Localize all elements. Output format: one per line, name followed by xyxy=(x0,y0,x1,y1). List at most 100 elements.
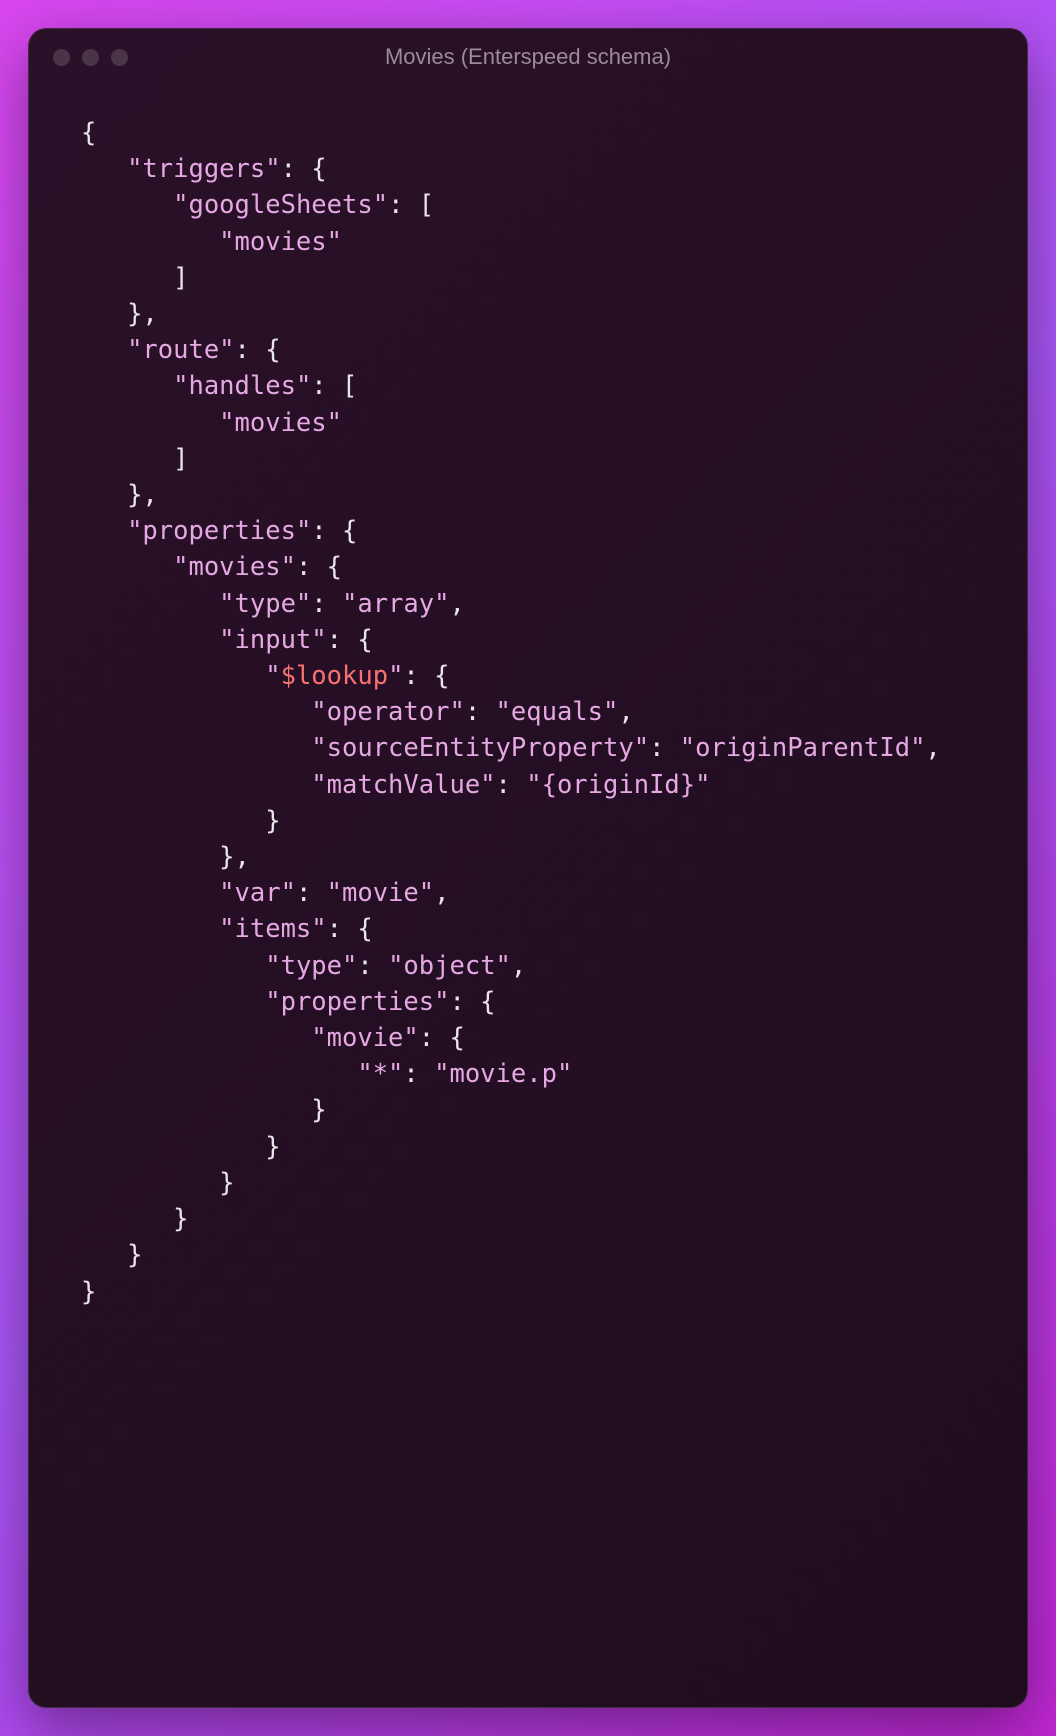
code-line: "movies" xyxy=(81,405,1005,441)
code-token: "movies" xyxy=(219,227,342,257)
code-line: { xyxy=(81,115,1005,151)
code-line: "triggers": { xyxy=(81,151,1005,187)
code-token: : { xyxy=(327,625,373,655)
code-token: "originParentId" xyxy=(680,733,926,763)
code-line: "movies": { xyxy=(81,549,1005,585)
code-area[interactable]: { "triggers": { "googleSheets": [ "movie… xyxy=(29,85,1027,1707)
code-token: ] xyxy=(173,263,188,293)
code-token: "array" xyxy=(342,589,449,619)
code-token: "type" xyxy=(265,951,357,981)
code-token: , xyxy=(618,697,633,727)
code-line: } xyxy=(81,1274,1005,1310)
code-token: "equals" xyxy=(496,697,619,727)
code-token: { xyxy=(81,118,96,148)
code-token: : [ xyxy=(388,190,434,220)
code-token: : xyxy=(496,770,527,800)
code-token: " xyxy=(388,661,403,691)
code-line: "var": "movie", xyxy=(81,875,1005,911)
code-line: } xyxy=(81,1201,1005,1237)
code-token: $lookup xyxy=(281,661,388,691)
code-token: "movie" xyxy=(311,1023,418,1053)
window-title: Movies (Enterspeed schema) xyxy=(29,44,1027,70)
code-token: "movie" xyxy=(327,878,434,908)
code-line: "route": { xyxy=(81,332,1005,368)
code-token: } xyxy=(127,1240,142,1270)
code-line: "operator": "equals", xyxy=(81,694,1005,730)
code-token: } xyxy=(265,806,280,836)
code-token: : { xyxy=(311,516,357,546)
code-line: ] xyxy=(81,260,1005,296)
maximize-icon[interactable] xyxy=(111,49,128,66)
code-token: : { xyxy=(449,987,495,1017)
code-line: } xyxy=(81,1165,1005,1201)
code-token: "movies" xyxy=(173,552,296,582)
code-line: "handles": [ xyxy=(81,368,1005,404)
code-token: ] xyxy=(173,444,188,474)
code-token: "{originId}" xyxy=(526,770,710,800)
code-token: "var" xyxy=(219,878,296,908)
code-token: "movies" xyxy=(219,408,342,438)
code-token: } xyxy=(265,1132,280,1162)
code-line: "sourceEntityProperty": "originParentId"… xyxy=(81,730,1005,766)
code-line: "googleSheets": [ xyxy=(81,187,1005,223)
code-token: , xyxy=(511,951,526,981)
code-line: "type": "object", xyxy=(81,948,1005,984)
close-icon[interactable] xyxy=(53,49,70,66)
code-token: } xyxy=(173,1204,188,1234)
code-token: } xyxy=(311,1095,326,1125)
code-token: "sourceEntityProperty" xyxy=(311,733,649,763)
code-token: "googleSheets" xyxy=(173,190,388,220)
code-token: : xyxy=(296,878,327,908)
code-token: "*" xyxy=(357,1059,403,1089)
code-token: "movie.p" xyxy=(434,1059,572,1089)
code-line: "movie": { xyxy=(81,1020,1005,1056)
code-token: : xyxy=(357,951,388,981)
code-token: , xyxy=(434,878,449,908)
code-line: "input": { xyxy=(81,622,1005,658)
code-token: : { xyxy=(419,1023,465,1053)
code-token: "items" xyxy=(219,914,326,944)
code-token: "properties" xyxy=(127,516,311,546)
code-line: } xyxy=(81,1237,1005,1273)
code-line: } xyxy=(81,1129,1005,1165)
code-line: "$lookup": { xyxy=(81,658,1005,694)
traffic-lights xyxy=(53,49,128,66)
code-token: : { xyxy=(281,154,327,184)
code-token: , xyxy=(449,589,464,619)
code-token: "type" xyxy=(219,589,311,619)
code-line: "*": "movie.p" xyxy=(81,1056,1005,1092)
code-token: }, xyxy=(127,480,158,510)
code-token: : xyxy=(311,589,342,619)
code-token: } xyxy=(81,1277,96,1307)
minimize-icon[interactable] xyxy=(82,49,99,66)
code-token: : { xyxy=(403,661,449,691)
code-line: }, xyxy=(81,477,1005,513)
code-token: "operator" xyxy=(311,697,465,727)
code-line: "properties": { xyxy=(81,513,1005,549)
code-token: "properties" xyxy=(265,987,449,1017)
code-line: "items": { xyxy=(81,911,1005,947)
code-token: "route" xyxy=(127,335,234,365)
code-token: , xyxy=(925,733,940,763)
code-line: }, xyxy=(81,296,1005,332)
titlebar: Movies (Enterspeed schema) xyxy=(29,29,1027,85)
code-content: { "triggers": { "googleSheets": [ "movie… xyxy=(81,115,1005,1310)
code-token: } xyxy=(219,1168,234,1198)
code-line: "type": "array", xyxy=(81,586,1005,622)
code-token: "handles" xyxy=(173,371,311,401)
code-token: " xyxy=(265,661,280,691)
code-token: "object" xyxy=(388,951,511,981)
code-line: ] xyxy=(81,441,1005,477)
code-window: Movies (Enterspeed schema) { "triggers":… xyxy=(28,28,1028,1708)
code-line: "movies" xyxy=(81,224,1005,260)
code-token: : [ xyxy=(311,371,357,401)
code-token: "input" xyxy=(219,625,326,655)
code-line: "properties": { xyxy=(81,984,1005,1020)
code-line: } xyxy=(81,1092,1005,1128)
code-token: : { xyxy=(296,552,342,582)
code-token: : xyxy=(465,697,496,727)
code-token: : { xyxy=(235,335,281,365)
code-line: } xyxy=(81,803,1005,839)
code-line: "matchValue": "{originId}" xyxy=(81,767,1005,803)
code-token: : xyxy=(649,733,680,763)
